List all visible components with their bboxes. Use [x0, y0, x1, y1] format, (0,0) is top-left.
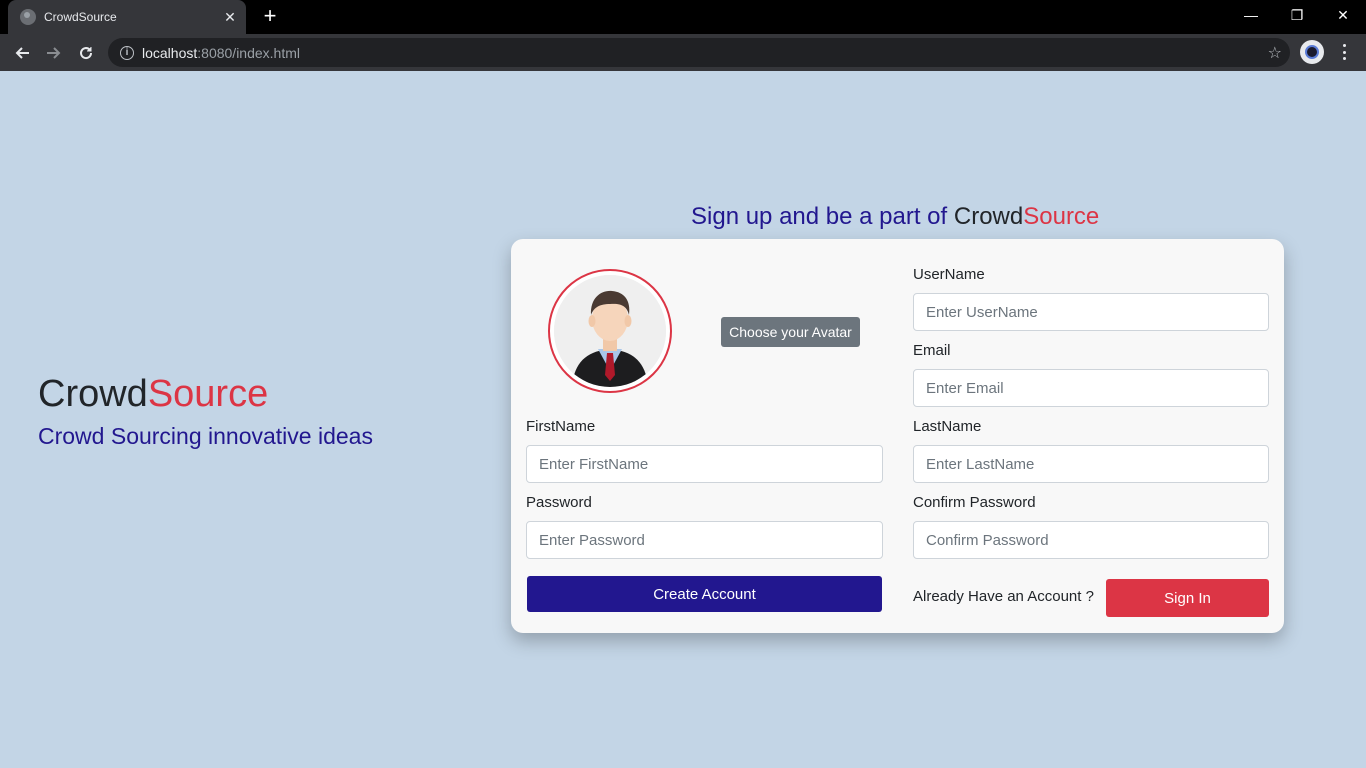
brand-part-2: Source	[147, 373, 269, 415]
tab-title: CrowdSource	[44, 10, 117, 24]
extension-icon[interactable]	[1300, 40, 1324, 64]
restore-window-icon[interactable]: ❐	[1274, 0, 1320, 30]
choose-avatar-button[interactable]: Choose your Avatar	[721, 317, 860, 347]
confirm-password-label: Confirm Password	[913, 494, 1036, 511]
username-input[interactable]	[913, 293, 1269, 331]
firstname-label: FirstName	[526, 418, 596, 435]
new-tab-button[interactable]: +	[259, 5, 281, 27]
brand-logo-text: CrowdSource	[38, 373, 268, 416]
brand-part-1: Crowd	[38, 373, 148, 415]
browser-menu-icon[interactable]	[1338, 42, 1350, 62]
browser-tab-bar: CrowdSource ✕ + — ❐ ✕	[0, 0, 1366, 34]
password-label: Password	[526, 494, 592, 511]
url-path: :8080/index.html	[197, 44, 300, 61]
heading-brand-part-1: Crowd	[953, 203, 1024, 230]
close-tab-icon[interactable]: ✕	[222, 9, 238, 26]
person-avatar-icon	[554, 275, 666, 387]
globe-icon	[20, 9, 36, 25]
heading-prefix: Sign up and be a part of	[691, 203, 954, 230]
lastname-input[interactable]	[913, 445, 1269, 483]
email-label: Email	[913, 342, 951, 359]
browser-tab[interactable]: CrowdSource ✕	[8, 0, 246, 34]
already-have-account-text: Already Have an Account ?	[913, 588, 1094, 605]
create-account-button[interactable]: Create Account	[527, 576, 882, 612]
lastname-label: LastName	[913, 418, 982, 435]
info-icon[interactable]: i	[120, 45, 134, 60]
signup-heading: Sign up and be a part of CrowdSource	[691, 203, 1099, 231]
firstname-input[interactable]	[526, 445, 883, 483]
url-host: localhost	[142, 44, 198, 61]
username-label: UserName	[913, 266, 985, 283]
email-input[interactable]	[913, 369, 1269, 407]
brand-tagline: Crowd Sourcing innovative ideas	[38, 423, 373, 449]
back-arrow-icon[interactable]	[10, 41, 34, 65]
forward-arrow-icon[interactable]	[42, 41, 66, 65]
heading-brand-part-2: Source	[1023, 203, 1100, 230]
sign-in-button[interactable]: Sign In	[1106, 579, 1269, 617]
signup-card: Choose your Avatar UserName Email FirstN…	[511, 239, 1284, 633]
address-bar[interactable]: i localhost:8080/index.html ☆	[108, 38, 1290, 67]
close-window-icon[interactable]: ✕	[1320, 0, 1366, 30]
confirm-password-input[interactable]	[913, 521, 1269, 559]
reload-icon[interactable]	[74, 41, 98, 65]
minimize-window-icon[interactable]: —	[1228, 0, 1274, 30]
avatar	[548, 269, 672, 393]
browser-toolbar: i localhost:8080/index.html ☆	[0, 34, 1366, 71]
password-input[interactable]	[526, 521, 883, 559]
bookmark-star-icon[interactable]: ☆	[1268, 43, 1282, 63]
